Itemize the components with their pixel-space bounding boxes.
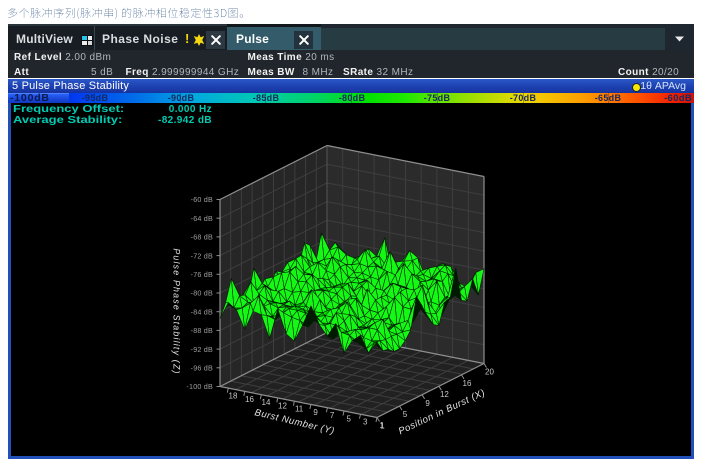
svg-text:-64 dB: -64 dB — [191, 213, 213, 222]
svg-text:-100 dB: -100 dB — [186, 382, 213, 391]
svg-text:-60 dB: -60 dB — [191, 195, 213, 204]
svg-text:-96 dB: -96 dB — [191, 363, 213, 372]
svg-text:Pulse Phase Stability (Z): Pulse Phase Stability (Z) — [172, 248, 182, 374]
svg-text:12: 12 — [440, 390, 449, 399]
svg-text:3: 3 — [363, 417, 368, 426]
svg-text:-76 dB: -76 dB — [191, 270, 213, 279]
svg-text:14: 14 — [262, 398, 271, 407]
svg-text:9: 9 — [313, 407, 318, 416]
svg-text:12: 12 — [278, 401, 287, 410]
svg-text:16: 16 — [245, 394, 254, 403]
svg-text:20: 20 — [485, 367, 494, 376]
svg-text:-92 dB: -92 dB — [191, 344, 213, 353]
svg-text:-88 dB: -88 dB — [191, 326, 213, 335]
svg-text:11: 11 — [295, 404, 304, 413]
svg-text:-72 dB: -72 dB — [191, 251, 213, 260]
svg-text:9: 9 — [425, 398, 430, 407]
svg-text:1: 1 — [380, 421, 385, 430]
svg-text:7: 7 — [330, 411, 335, 420]
svg-text:16: 16 — [463, 378, 472, 387]
svg-text:18: 18 — [229, 391, 238, 400]
svg-text:-84 dB: -84 dB — [191, 307, 213, 316]
svg-text:-80 dB: -80 dB — [191, 288, 213, 297]
svg-text:-68 dB: -68 dB — [191, 232, 213, 241]
svg-text:5: 5 — [403, 410, 408, 419]
svg-text:5: 5 — [346, 414, 351, 423]
